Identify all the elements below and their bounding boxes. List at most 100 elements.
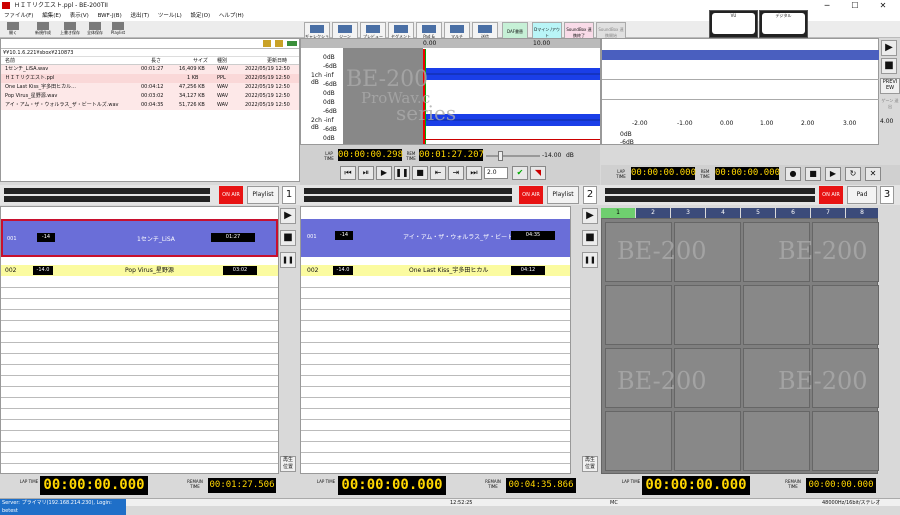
deck1-playlist[interactable]: 001 -14 1センチ_LiSA 01:27 002 -14.0 Pop Vi…: [0, 206, 279, 474]
editor-transport: LAP TIME 00:00:00.298 REM TIME 00:01:27.…: [300, 145, 600, 185]
file-row[interactable]: ＨＩＴリクエスト.ppl 1 KB PPL 2022/05/19 12:50: [1, 74, 299, 83]
deck1-replay-position-button[interactable]: 再生 位置: [280, 456, 296, 472]
minimize-button[interactable]: ─: [813, 0, 841, 11]
preview-panel[interactable]: -2.00 -1.00 0.00 1.00 2.00 3.00 0dB -6dB: [601, 38, 879, 146]
rem-label: REM TIME: [406, 151, 416, 161]
open-label: 開く: [9, 30, 17, 35]
mark-out-button[interactable]: ◥: [530, 166, 546, 180]
waveform-editor[interactable]: 0dB -6dB 1ch -inf dB -6dB 0dB 0dB -6dB 2…: [300, 38, 601, 145]
skip-back-button[interactable]: ⇤: [430, 166, 446, 180]
deck2-cue-item[interactable]: 001 -14 アイ・アム・ザ・ウォルラス_ザ・ビートルズ 04:35: [301, 219, 570, 257]
new-folder-icon[interactable]: [275, 40, 283, 47]
deck2-stop-button[interactable]: ■: [582, 230, 598, 246]
preview-cue-button[interactable]: ▶: [825, 167, 841, 181]
pad-tab-6[interactable]: 6: [776, 208, 810, 218]
col-updated[interactable]: 更新日時: [267, 57, 287, 65]
deck1-pause-button[interactable]: ❚❚: [280, 252, 296, 268]
deck2-playlist[interactable]: 001 -14 アイ・アム・ザ・ウォルラス_ザ・ビートルズ 04:35 002 …: [300, 206, 571, 474]
menu-tools[interactable]: ツール(L): [158, 13, 182, 19]
menu-send[interactable]: 送出(T): [130, 13, 149, 19]
mark-in-button[interactable]: ✔: [512, 166, 528, 180]
menu-settings[interactable]: 設定(O): [191, 13, 211, 19]
pad-button[interactable]: [674, 411, 741, 471]
menu-file[interactable]: ファイル(F): [4, 13, 33, 19]
pad-tab-8[interactable]: 8: [846, 208, 878, 218]
menu-view[interactable]: 表示(V): [70, 13, 89, 19]
preview-stop-button[interactable]: ■: [881, 58, 897, 74]
preview-button[interactable]: PREVI EW: [880, 78, 900, 94]
channel1-waveform[interactable]: [423, 65, 600, 83]
pad-button[interactable]: [812, 285, 879, 345]
folder-up-icon[interactable]: [263, 40, 271, 47]
deck1-play-button[interactable]: ▶: [280, 208, 296, 224]
menu-bwf[interactable]: BWF-J(B): [98, 13, 122, 19]
pad-tab-2[interactable]: 2: [636, 208, 670, 218]
preview-play-button[interactable]: ▶: [881, 40, 897, 56]
deck2-pause-button[interactable]: ❚❚: [582, 252, 598, 268]
file-row[interactable]: アイ・アム・ザ・ウォルラス_ザ・ビートルズ.wav 00:04:35 51,72…: [1, 101, 299, 110]
skip-forward-button[interactable]: ⇥: [448, 166, 464, 180]
new-file-icon: [37, 22, 49, 30]
preview-stop-button2[interactable]: ■: [805, 167, 821, 181]
pad-tab-3[interactable]: 3: [671, 208, 705, 218]
new-button[interactable]: 新規作成: [30, 22, 56, 38]
file-row[interactable]: Pop Virus_星野源.wav 00:03:02 34,127 KB WAV…: [1, 92, 299, 101]
deck2-onair-button[interactable]: ON AIR: [519, 186, 543, 204]
deck3-pad-button[interactable]: Pad: [847, 186, 877, 204]
maximize-button[interactable]: ☐: [841, 0, 869, 11]
col-size[interactable]: サイズ: [193, 57, 208, 65]
col-type[interactable]: 種別: [217, 57, 227, 65]
deck1-cue-item[interactable]: 001 -14 1センチ_LiSA 01:27: [1, 219, 278, 257]
end-button[interactable]: ⏭: [466, 166, 482, 180]
collection-icon: [310, 25, 324, 33]
gain-slider[interactable]: [486, 155, 540, 157]
playlist-button[interactable]: Playlist: [108, 22, 128, 38]
file-row[interactable]: 1センチ_LiSA.wav 00:01:27 16,409 KB WAV 202…: [1, 65, 299, 74]
file-length: 00:04:35: [141, 102, 164, 108]
pad-button[interactable]: [674, 285, 741, 345]
deck1-playlist-button[interactable]: Playlist: [247, 186, 279, 204]
pad-tab-7[interactable]: 7: [811, 208, 845, 218]
pad-button[interactable]: [605, 411, 672, 471]
rewind-button[interactable]: ⏮: [340, 166, 356, 180]
deck2-play-button[interactable]: ▶: [582, 208, 598, 224]
pause-button[interactable]: ❚❚: [394, 166, 410, 180]
pad-button[interactable]: [812, 411, 879, 471]
gain-slider-thumb[interactable]: [498, 151, 503, 161]
timeline-ruler[interactable]: 0.00 10.00: [301, 39, 600, 48]
play-button[interactable]: ▶: [376, 166, 392, 180]
pad-tab-4[interactable]: 4: [706, 208, 740, 218]
pad-button[interactable]: [743, 285, 810, 345]
deck2-playlist-button[interactable]: Playlist: [547, 186, 579, 204]
save-button[interactable]: 上書き保存: [58, 22, 82, 38]
preview-region[interactable]: [602, 50, 879, 60]
preview-clear-button[interactable]: ✕: [865, 167, 881, 181]
deck1-next-item[interactable]: 002 -14.0 Pop Virus_星野源 03:02: [1, 265, 278, 276]
save-all-button[interactable]: 全体保存: [84, 22, 106, 38]
menu-help[interactable]: ヘルプ(H): [219, 13, 244, 19]
preview-record-button[interactable]: ●: [785, 167, 801, 181]
pad-button[interactable]: [743, 411, 810, 471]
deck2-next-item[interactable]: 002 -14.0 One Last Kiss_宇多田ヒカル 04:12: [301, 265, 570, 276]
close-button[interactable]: ✕: [869, 0, 897, 11]
preview-loop-button[interactable]: ↻: [845, 167, 861, 181]
play-pause-button[interactable]: ⏯: [358, 166, 374, 180]
deck1-stop-button[interactable]: ■: [280, 230, 296, 246]
pad-button[interactable]: [605, 285, 672, 345]
drive-icon[interactable]: [287, 41, 297, 46]
menu-edit[interactable]: 編集(E): [42, 13, 61, 19]
open-button[interactable]: 開く: [4, 22, 22, 38]
deck3-onair-button[interactable]: ON AIR: [819, 186, 843, 204]
path-bar[interactable]: ¥¥10.1.6.221¥sbox¥210873: [1, 49, 299, 57]
save-label: 上書き保存: [60, 30, 80, 35]
file-updated: 2022/05/19 12:50: [245, 75, 290, 81]
stop-button[interactable]: ■: [412, 166, 428, 180]
deck1-onair-button[interactable]: ON AIR: [219, 186, 243, 204]
pad-tab-1[interactable]: 1: [601, 208, 635, 218]
deck2-replay-position-button[interactable]: 再生 位置: [582, 456, 598, 472]
file-row[interactable]: One Last Kiss_宇多田ヒカル... 00:04:12 47,256 …: [1, 83, 299, 92]
pad-tab-5[interactable]: 5: [741, 208, 775, 218]
speed-select[interactable]: 2.0: [484, 167, 508, 179]
col-length[interactable]: 長さ: [151, 57, 161, 65]
col-name[interactable]: 名前: [5, 57, 15, 65]
